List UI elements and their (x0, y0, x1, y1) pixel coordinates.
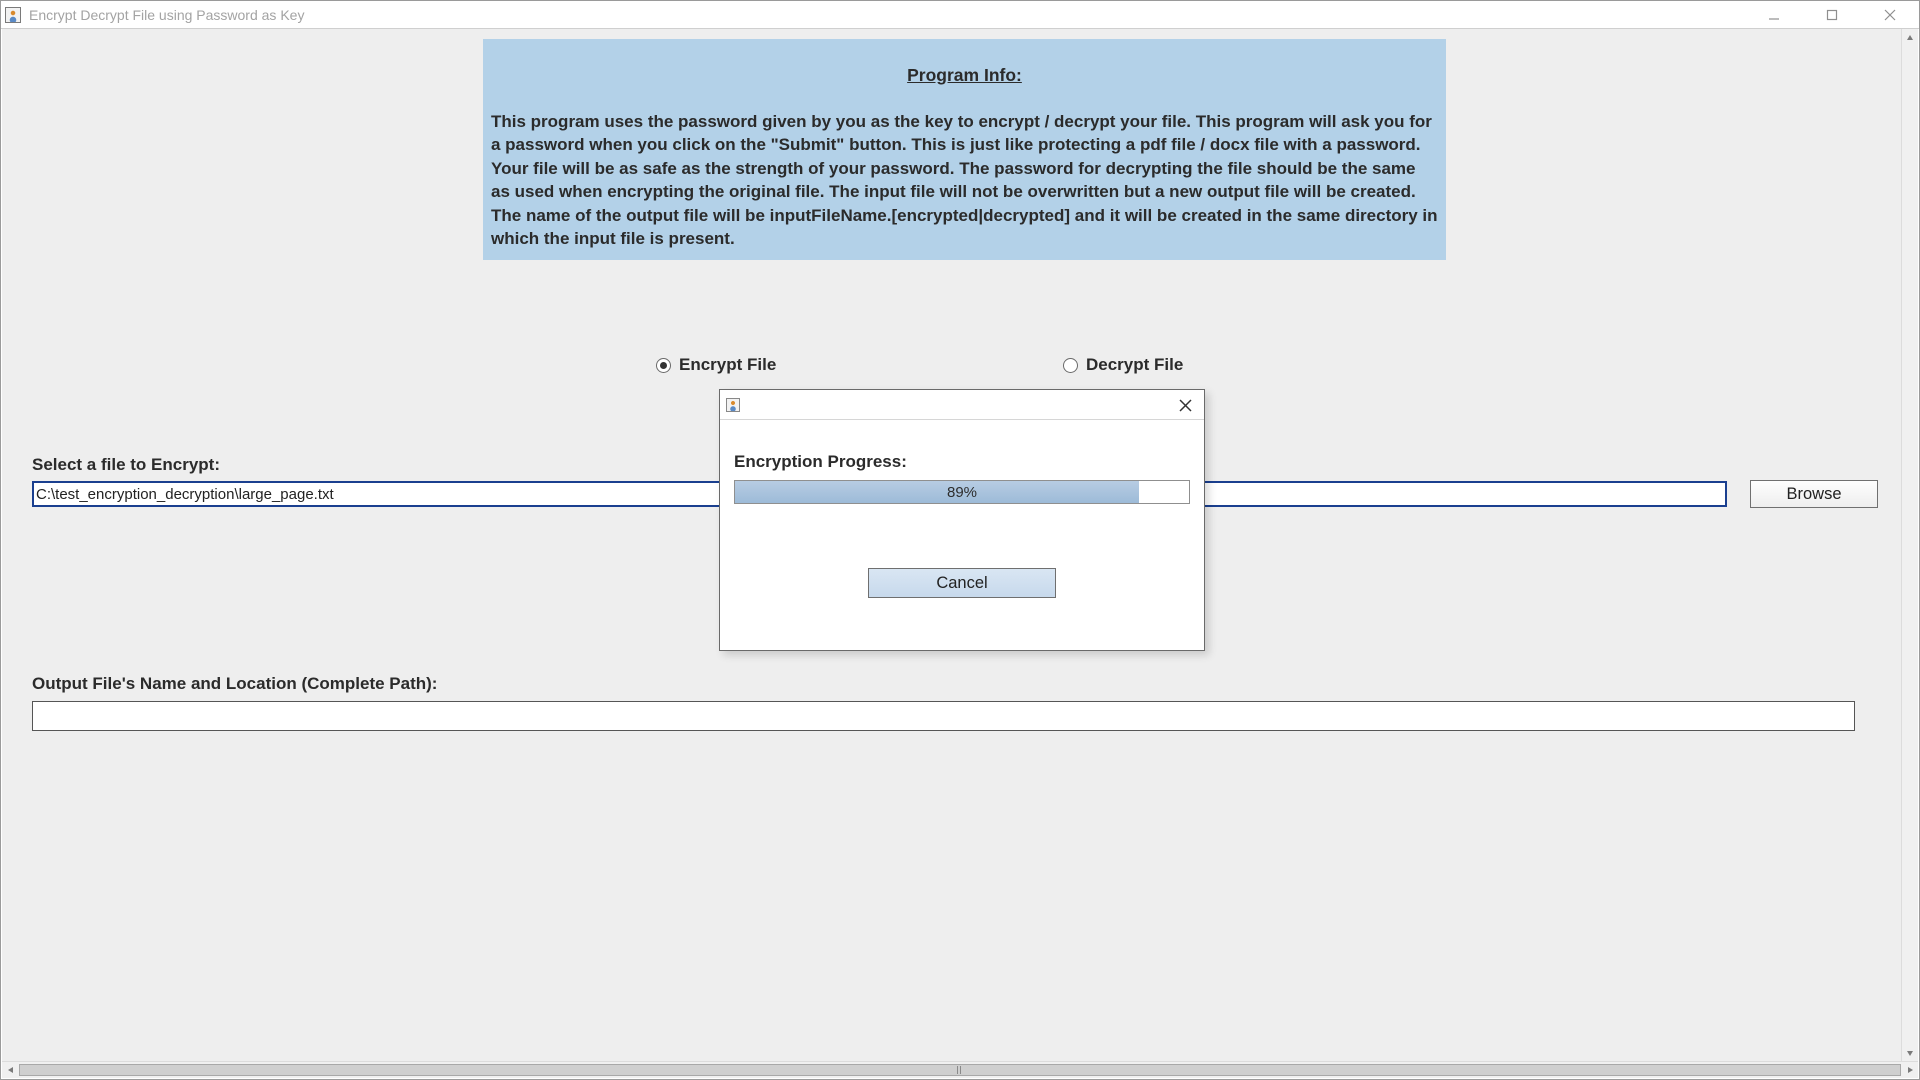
progress-dialog: Encryption Progress: 89% Cancel (719, 389, 1205, 651)
close-button[interactable] (1861, 1, 1919, 28)
dialog-body: Encryption Progress: 89% Cancel (734, 432, 1190, 636)
browse-button[interactable]: Browse (1750, 480, 1878, 508)
radio-icon (656, 358, 671, 373)
titlebar-controls (1745, 1, 1919, 28)
chevron-left-icon (7, 1066, 15, 1074)
decrypt-radio-label: Decrypt File (1086, 355, 1183, 375)
encrypt-radio-label: Encrypt File (679, 355, 776, 375)
scroll-right-button[interactable] (1901, 1062, 1918, 1078)
radio-icon (1063, 358, 1078, 373)
java-icon (726, 398, 740, 412)
program-info-heading: Program Info: (489, 65, 1440, 86)
minimize-icon (1768, 9, 1780, 21)
mode-radio-group: Encrypt File Decrypt File (2, 355, 1901, 385)
chevron-right-icon (1906, 1066, 1914, 1074)
vertical-scrollbar[interactable] (1901, 29, 1918, 1061)
encrypt-radio[interactable]: Encrypt File (656, 355, 776, 375)
program-info-panel: Program Info: This program uses the pass… (483, 39, 1446, 260)
cancel-button[interactable]: Cancel (868, 568, 1056, 598)
horizontal-scrollbar[interactable] (2, 1061, 1918, 1078)
window-title: Encrypt Decrypt File using Password as K… (29, 7, 304, 23)
scroll-left-button[interactable] (2, 1062, 19, 1078)
scrollbar-thumb[interactable] (19, 1064, 1901, 1076)
scroll-down-button[interactable] (1902, 1044, 1918, 1061)
minimize-button[interactable] (1745, 1, 1803, 28)
input-file-value: C:\test_encryption_decryption\large_page… (36, 486, 334, 503)
output-file-field[interactable] (32, 701, 1855, 731)
progress-label: Encryption Progress: (734, 452, 1190, 472)
main-window: Encrypt Decrypt File using Password as K… (0, 0, 1920, 1080)
close-icon (1884, 9, 1896, 21)
maximize-icon (1826, 9, 1838, 21)
chevron-up-icon (1906, 34, 1914, 42)
titlebar[interactable]: Encrypt Decrypt File using Password as K… (1, 1, 1919, 29)
cancel-button-label: Cancel (936, 574, 987, 593)
close-icon (1179, 399, 1192, 412)
dialog-close-button[interactable] (1170, 393, 1200, 417)
dialog-titlebar[interactable] (720, 390, 1204, 420)
output-file-label: Output File's Name and Location (Complet… (32, 674, 437, 694)
progress-bar-text: 89% (735, 481, 1189, 503)
maximize-button[interactable] (1803, 1, 1861, 28)
grip-icon (957, 1066, 963, 1074)
java-icon (5, 7, 21, 23)
input-file-label: Select a file to Encrypt: (32, 455, 220, 475)
scroll-up-button[interactable] (1902, 29, 1918, 46)
program-info-body: This program uses the password given by … (489, 110, 1440, 251)
progress-bar: 89% (734, 480, 1190, 504)
chevron-down-icon (1906, 1049, 1914, 1057)
browse-button-label: Browse (1786, 485, 1841, 504)
decrypt-radio[interactable]: Decrypt File (1063, 355, 1183, 375)
